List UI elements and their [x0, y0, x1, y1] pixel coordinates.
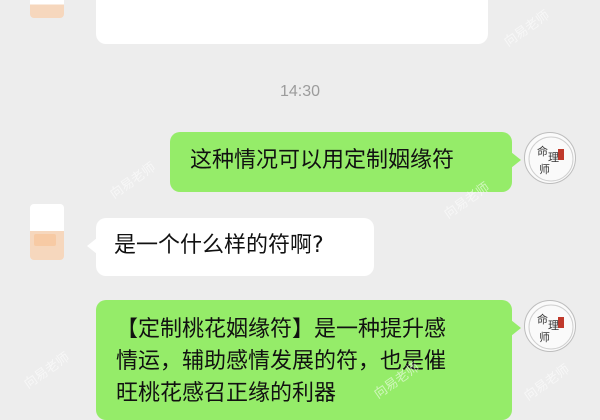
- received-message-bubble[interactable]: 是一个什么样的符啊?: [87, 218, 374, 276]
- own-avatar-2[interactable]: 命 理 师: [524, 300, 576, 352]
- watermark-text: 向易老师: [21, 350, 73, 393]
- contact-avatar[interactable]: [30, 204, 64, 260]
- svg-text:师: 师: [539, 331, 550, 344]
- sent-message-text: 这种情况可以用定制姻缘符: [190, 148, 455, 173]
- sent-message-line: 情运，辅助感情发展的符，也是催: [116, 348, 447, 374]
- previous-message-bubble[interactable]: [96, 0, 488, 44]
- received-message-text: 是一个什么样的符啊?: [114, 233, 324, 258]
- contact-avatar-top[interactable]: [30, 0, 64, 18]
- sent-message-line: 旺桃花感召正缘的利器: [116, 380, 337, 406]
- own-avatar[interactable]: 命 理 师: [524, 132, 576, 184]
- sent-message-line: 【定制桃花姻缘符】是一种提升感: [116, 317, 447, 342]
- watermark-text: 向易老师: [521, 362, 573, 405]
- watermark-text: 向易老师: [107, 160, 159, 203]
- svg-text:师: 师: [539, 163, 550, 176]
- svg-text:命: 命: [537, 144, 548, 158]
- sent-message-bubble-long[interactable]: 【定制桃花姻缘符】是一种提升感 情运，辅助感情发展的符，也是催 旺桃花感召正缘的…: [96, 300, 521, 420]
- seal-logo-icon: 命 理 师: [528, 136, 574, 182]
- watermark-text: 向易老师: [501, 8, 553, 51]
- sent-message-bubble[interactable]: 这种情况可以用定制姻缘符: [170, 132, 521, 192]
- message-timestamp: 14:30: [279, 83, 321, 100]
- svg-text:命: 命: [537, 312, 548, 326]
- seal-logo-icon: 命 理 师: [528, 304, 574, 350]
- avatar-image: [34, 234, 56, 246]
